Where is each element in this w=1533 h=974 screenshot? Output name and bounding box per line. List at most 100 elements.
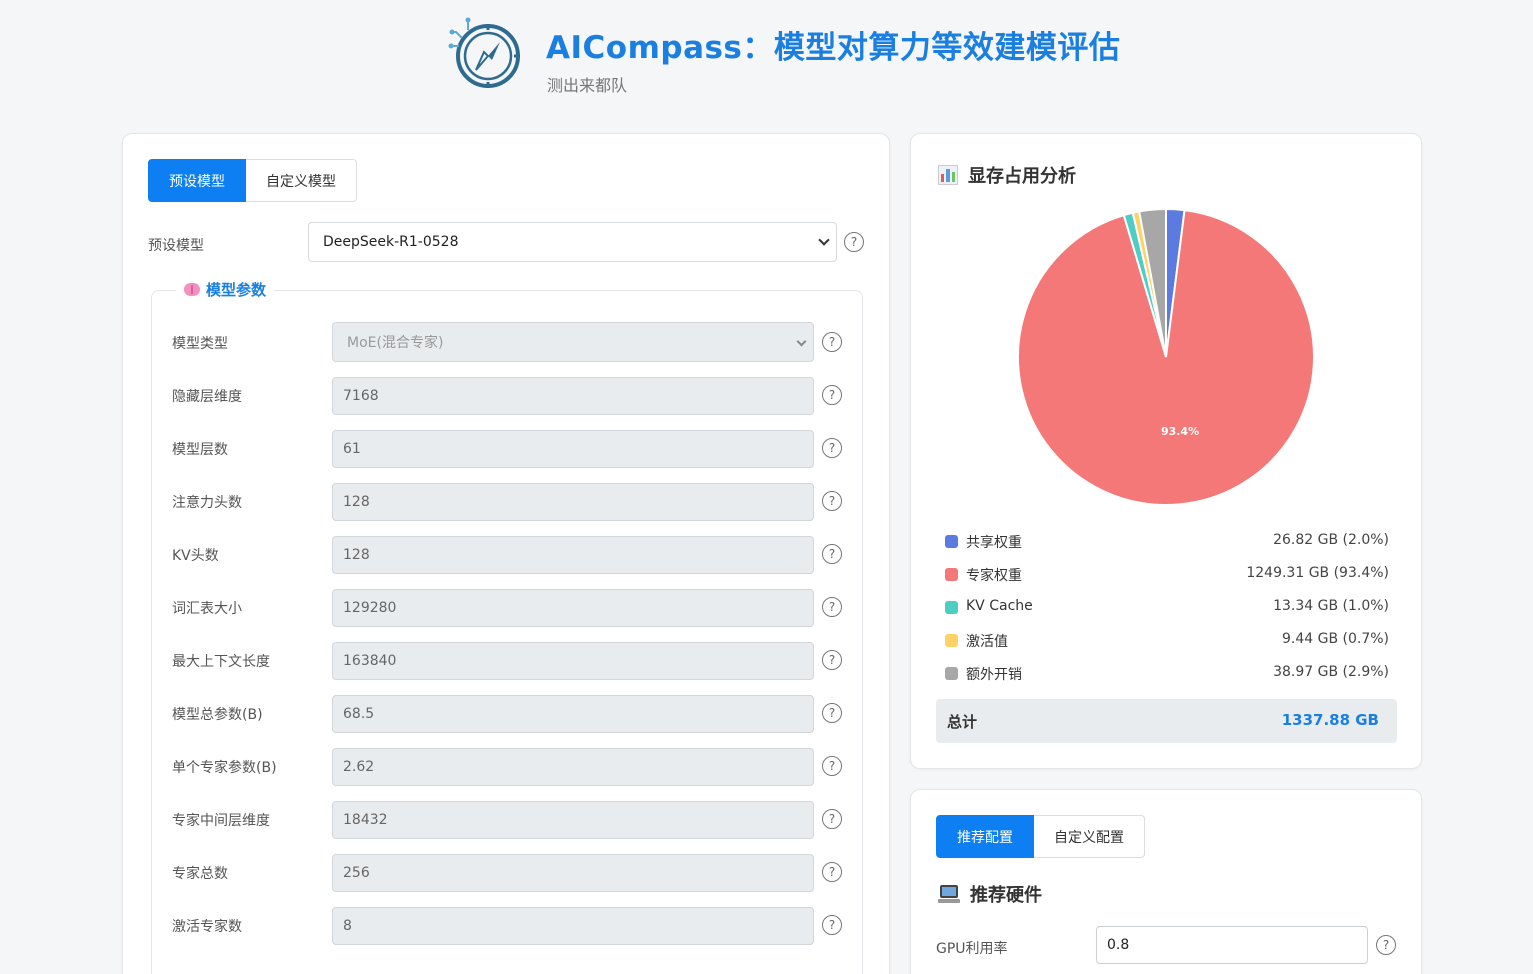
hardware-tabs: 推荐配置 自定义配置: [936, 815, 1145, 858]
help-icon[interactable]: ?: [1376, 935, 1396, 955]
param-label: KV头数: [172, 548, 219, 564]
param-value: 18432: [343, 812, 388, 828]
app-subtitle: 测出来都队: [547, 76, 628, 95]
help-icon[interactable]: ?: [822, 650, 842, 670]
legend-swatch: [945, 634, 958, 647]
help-icon[interactable]: ?: [822, 597, 842, 617]
gpu-utilization-value: 0.8: [1107, 937, 1130, 953]
param-field: 128: [332, 483, 814, 521]
help-icon[interactable]: ?: [844, 232, 864, 252]
param-field: 163840: [332, 642, 814, 680]
param-field: 61: [332, 430, 814, 468]
param-field: 256: [332, 854, 814, 892]
gpu-utilization-label: GPU利用率: [936, 941, 1008, 957]
legend-item: KV Cache 13.34 GB (1.0%): [945, 598, 1389, 618]
param-value: 8: [343, 918, 352, 934]
help-icon[interactable]: ?: [822, 385, 842, 405]
memory-analysis-header: 显存占用分析: [938, 162, 1076, 188]
help-icon[interactable]: ?: [822, 544, 842, 564]
compass-circuit-icon: [448, 17, 520, 88]
param-value: 256: [343, 865, 370, 881]
model-config-card: 预设模型 自定义模型 预设模型 DeepSeek-R1-0528 ? 模型参数 …: [122, 133, 890, 974]
legend-value: 26.82 GB (2.0%): [1273, 532, 1389, 548]
pie-slice-label: 93.4%: [1161, 425, 1199, 438]
param-value: 68.5: [343, 706, 375, 722]
app-title: AICompass：模型对算力等效建模评估: [546, 30, 1121, 66]
legend-name: 专家权重: [966, 568, 1022, 584]
legend-swatch: [945, 535, 958, 548]
model-params-fieldset: 模型参数 模型类型 MoE(混合专家)? 隐藏层维度 7168? 模型层数 61? 注意力头…: [151, 279, 863, 974]
preset-model-label: 预设模型: [148, 238, 204, 254]
help-icon[interactable]: ?: [822, 756, 842, 776]
chevron-down-icon: [818, 234, 830, 246]
param-label: 模型总参数(B): [172, 707, 263, 723]
param-label: 专家中间层维度: [172, 813, 270, 829]
param-value: 2.62: [343, 759, 375, 775]
help-icon[interactable]: ?: [822, 438, 842, 458]
param-field: 129280: [332, 589, 814, 627]
memory-analysis-title: 显存占用分析: [968, 166, 1076, 187]
legend-value: 1249.31 GB (93.4%): [1246, 565, 1389, 581]
param-field: 7168: [332, 377, 814, 415]
memory-total-label: 总计: [947, 713, 978, 731]
help-icon[interactable]: ?: [822, 862, 842, 882]
model-params-legend: 模型参数: [176, 279, 275, 300]
legend-swatch: [945, 667, 958, 680]
param-label: 模型类型: [172, 336, 228, 352]
param-label: 专家总数: [172, 866, 228, 882]
param-label: 词汇表大小: [172, 601, 242, 617]
param-field: 18432: [332, 801, 814, 839]
legend-value: 9.44 GB (0.7%): [1281, 631, 1389, 647]
legend-item: 激活值 9.44 GB (0.7%): [945, 631, 1389, 651]
computer-icon: [938, 885, 960, 903]
preset-model-value: DeepSeek-R1-0528: [323, 234, 459, 250]
legend-name: 共享权重: [966, 535, 1022, 551]
param-label: 注意力头数: [172, 495, 242, 511]
memory-analysis-card: 显存占用分析 93.4% 共享权重 26.82 GB (2.0%) 专家权重 1249…: [910, 133, 1422, 769]
tab-custom-model[interactable]: 自定义模型: [246, 159, 357, 202]
help-icon[interactable]: ?: [822, 809, 842, 829]
param-field: 68.5: [332, 695, 814, 733]
help-icon[interactable]: ?: [822, 703, 842, 723]
param-field: 128: [332, 536, 814, 574]
legend-swatch: [945, 568, 958, 581]
page-header: AICompass：模型对算力等效建模评估 测出来都队: [0, 0, 1533, 110]
memory-total-value: 1337.88 GB: [1281, 711, 1379, 729]
model-params-title: 模型参数: [206, 281, 267, 299]
legend-value: 13.34 GB (1.0%): [1273, 598, 1389, 614]
legend-name: 激活值: [966, 634, 1008, 650]
help-icon[interactable]: ?: [822, 332, 842, 352]
tab-preset-model[interactable]: 预设模型: [148, 159, 246, 202]
tab-custom-config[interactable]: 自定义配置: [1034, 815, 1145, 858]
legend-item: 共享权重 26.82 GB (2.0%): [945, 532, 1389, 552]
param-field: 2.62: [332, 748, 814, 786]
help-icon[interactable]: ?: [822, 491, 842, 511]
param-label: 隐藏层维度: [172, 389, 242, 405]
model-type-select: MoE(混合专家): [332, 322, 814, 362]
param-label: 模型层数: [172, 442, 228, 458]
param-value: 163840: [343, 653, 397, 669]
legend-swatch: [945, 601, 958, 614]
param-value: 7168: [343, 388, 379, 404]
hardware-card: 推荐配置 自定义配置 推荐硬件 GPU利用率 0.8 ?: [910, 789, 1422, 974]
recommended-hardware-title: 推荐硬件: [970, 885, 1042, 906]
param-value: 61: [343, 441, 361, 457]
legend-name: 额外开销: [966, 667, 1022, 683]
param-label: 激活专家数: [172, 919, 242, 935]
model-tabs: 预设模型 自定义模型: [148, 159, 357, 202]
legend-name: KV Cache: [966, 598, 1033, 614]
param-label: 单个专家参数(B): [172, 760, 277, 776]
recommended-hardware-header: 推荐硬件: [938, 881, 1042, 907]
param-value: MoE(混合专家): [347, 335, 444, 351]
param-value: 129280: [343, 600, 397, 616]
gpu-utilization-input[interactable]: 0.8: [1096, 926, 1368, 964]
legend-value: 38.97 GB (2.9%): [1273, 664, 1389, 680]
memory-pie-chart: 93.4%: [1017, 208, 1315, 506]
preset-model-select[interactable]: DeepSeek-R1-0528: [308, 222, 837, 262]
memory-total-row: 总计 1337.88 GB: [936, 699, 1397, 743]
help-icon[interactable]: ?: [822, 915, 842, 935]
param-value: 128: [343, 547, 370, 563]
tab-recommended-config[interactable]: 推荐配置: [936, 815, 1034, 858]
legend-item: 专家权重 1249.31 GB (93.4%): [945, 565, 1389, 585]
param-field: 8: [332, 907, 814, 945]
